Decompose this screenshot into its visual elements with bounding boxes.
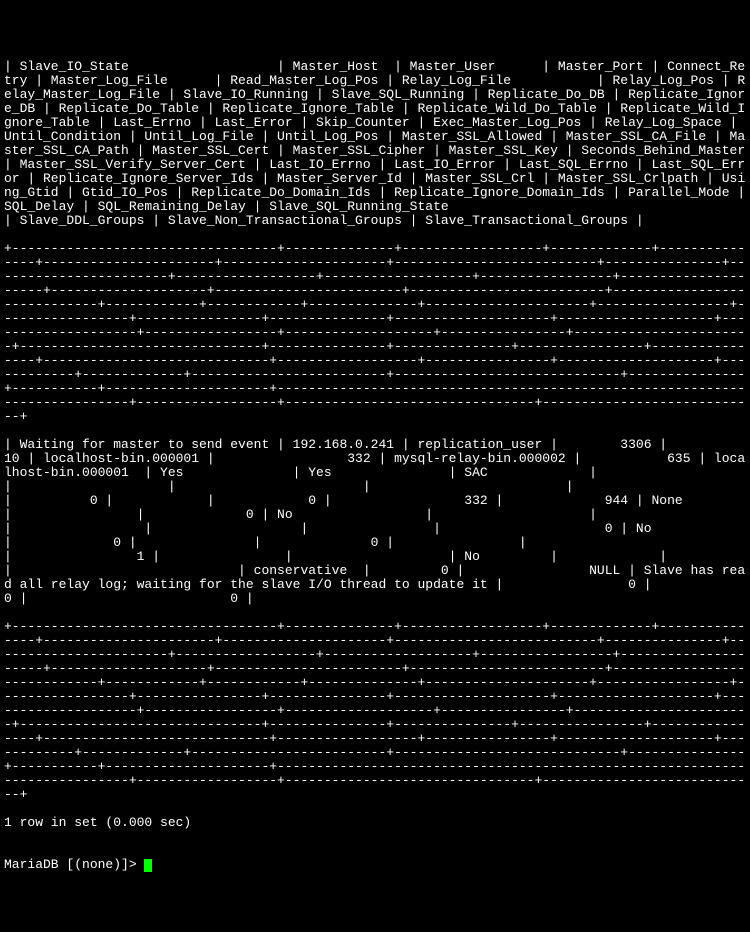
cursor-icon	[144, 859, 152, 872]
mariadb-prompt[interactable]: MariaDB [(none)]>	[4, 857, 144, 872]
slave-status-header: | Slave_IO_State | Master_Host | Master_…	[4, 60, 750, 228]
slave-status-row: | Waiting for master to send event | 192…	[4, 438, 750, 606]
separator-bottom: +----------------------------------+----…	[4, 620, 750, 802]
result-summary: 1 row in set (0.000 sec)	[4, 816, 750, 830]
separator-top: +----------------------------------+----…	[4, 242, 750, 424]
